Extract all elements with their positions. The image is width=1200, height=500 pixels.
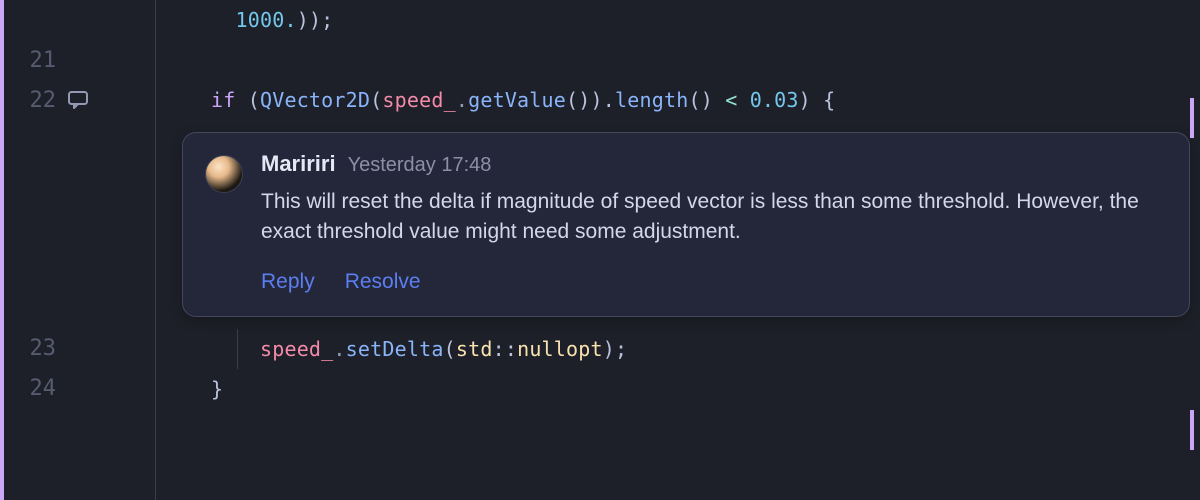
comment-author[interactable]: Maririri bbox=[261, 151, 336, 177]
comment-body: Maririri Yesterday 17:48 This will reset… bbox=[261, 151, 1161, 294]
line-gutter: 22 bbox=[4, 88, 159, 113]
code-line[interactable]: 24 } bbox=[4, 369, 1200, 409]
code-line[interactable]: 1000.)); bbox=[4, 0, 1200, 40]
change-marker bbox=[1190, 98, 1194, 138]
indent-guide bbox=[237, 329, 238, 369]
comment-icon[interactable] bbox=[66, 88, 90, 112]
code-line[interactable]: 23 speed_.setDelta(std::nullopt); bbox=[4, 329, 1200, 369]
code-content: speed_.setDelta(std::nullopt); bbox=[159, 337, 627, 361]
code-content: 1000.)); bbox=[159, 8, 333, 32]
code-content: if (QVector2D(speed_.getValue()).length(… bbox=[159, 88, 835, 112]
code-content: } bbox=[159, 377, 223, 401]
line-gutter: 23 bbox=[4, 336, 159, 361]
comment-header: Maririri Yesterday 17:48 bbox=[261, 151, 1161, 177]
editor: 1000.)); 21 22 if (QVector2D(speed_.getV… bbox=[0, 0, 1200, 409]
line-number: 23 bbox=[22, 336, 56, 361]
line-number: 22 bbox=[22, 88, 56, 113]
comment-time: Yesterday 17:48 bbox=[348, 154, 492, 177]
line-number: 24 bbox=[22, 376, 56, 401]
reply-button[interactable]: Reply bbox=[261, 270, 315, 294]
avatar[interactable] bbox=[205, 155, 243, 193]
comment-actions: Reply Resolve bbox=[261, 270, 1161, 294]
resolve-button[interactable]: Resolve bbox=[345, 270, 421, 294]
code-line[interactable]: 21 bbox=[4, 40, 1200, 80]
change-marker bbox=[1190, 410, 1194, 450]
line-number: 21 bbox=[22, 48, 56, 73]
code-review-panel: 1000.)); 21 22 if (QVector2D(speed_.getV… bbox=[0, 0, 1200, 500]
comment-text: This will reset the delta if magnitude o… bbox=[261, 187, 1151, 248]
line-gutter: 24 bbox=[4, 376, 159, 401]
code-line[interactable]: 22 if (QVector2D(speed_.getValue()).leng… bbox=[4, 80, 1200, 120]
review-comment: Maririri Yesterday 17:48 This will reset… bbox=[182, 132, 1190, 317]
line-gutter: 21 bbox=[4, 48, 159, 73]
